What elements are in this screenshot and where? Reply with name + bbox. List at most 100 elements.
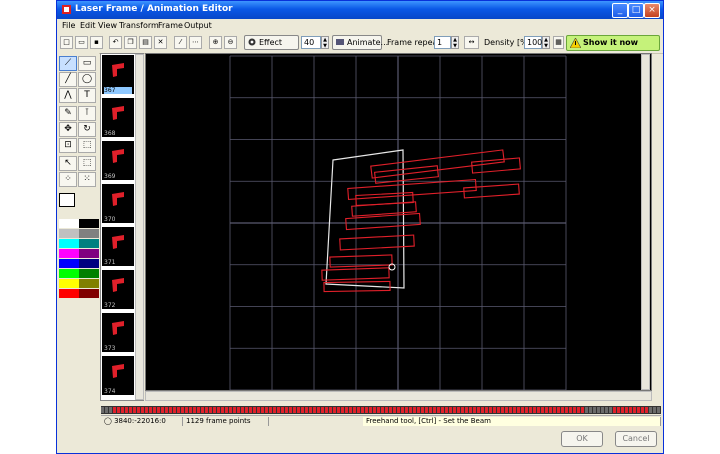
timeline-frame-mark[interactable] — [653, 407, 656, 413]
timeline-frame-mark[interactable] — [293, 407, 296, 413]
timeline-frame-mark[interactable] — [269, 407, 272, 413]
timeline-frame-mark[interactable] — [189, 407, 192, 413]
timeline-frame-mark[interactable] — [405, 407, 408, 413]
timeline-frame-mark[interactable] — [377, 407, 380, 413]
timeline-frame-mark[interactable] — [137, 407, 140, 413]
timeline-frame-mark[interactable] — [433, 407, 436, 413]
timeline-frame-mark[interactable] — [373, 407, 376, 413]
timeline-frame-mark[interactable] — [181, 407, 184, 413]
timeline-frame-mark[interactable] — [241, 407, 244, 413]
timeline-frame-mark[interactable] — [629, 407, 632, 413]
timeline-frame-mark[interactable] — [253, 407, 256, 413]
frame-repeats-spinner[interactable]: ▲ ▼ — [451, 36, 459, 49]
timeline-frame-mark[interactable] — [533, 407, 536, 413]
effect-button[interactable]: Effect — [244, 35, 299, 50]
maximize-button[interactable]: □ — [628, 3, 644, 18]
timeline-frame-mark[interactable] — [273, 407, 276, 413]
settings-icon[interactable]: ▦ — [553, 36, 564, 49]
timeline-frame-mark[interactable] — [145, 407, 148, 413]
timeline-frame-mark[interactable] — [309, 407, 312, 413]
timeline-frame-mark[interactable] — [565, 407, 568, 413]
timeline-frame-mark[interactable] — [349, 407, 352, 413]
timeline-frame-mark[interactable] — [633, 407, 636, 413]
timeline-frame-mark[interactable] — [605, 407, 608, 413]
palette-color-swatch[interactable] — [79, 289, 99, 298]
timeline-frame-mark[interactable] — [657, 407, 660, 413]
timeline-frame-mark[interactable] — [549, 407, 552, 413]
timeline-frame-mark[interactable] — [649, 407, 652, 413]
timeline-frame-mark[interactable] — [517, 407, 520, 413]
timeline-frame-mark[interactable] — [197, 407, 200, 413]
timeline-frame-mark[interactable] — [277, 407, 280, 413]
timeline-frame-mark[interactable] — [541, 407, 544, 413]
timeline-frame-mark[interactable] — [441, 407, 444, 413]
timeline-frame-mark[interactable] — [125, 407, 128, 413]
timeline-frame-mark[interactable] — [341, 407, 344, 413]
palette-color-swatch[interactable] — [59, 269, 79, 278]
timeline-frame-mark[interactable] — [345, 407, 348, 413]
timeline-frame-mark[interactable] — [325, 407, 328, 413]
density-input[interactable]: 100 — [524, 36, 542, 49]
timeline-frame-mark[interactable] — [153, 407, 156, 413]
timeline-frame-mark[interactable] — [285, 407, 288, 413]
timeline-frame-mark[interactable] — [121, 407, 124, 413]
frame-thumbnail[interactable]: 371 — [102, 227, 134, 266]
animate-button[interactable]: Animate... — [332, 35, 388, 50]
timeline-frame-mark[interactable] — [561, 407, 564, 413]
timeline-frame-mark[interactable] — [445, 407, 448, 413]
timeline-frame-mark[interactable] — [173, 407, 176, 413]
timeline-frame-mark[interactable] — [593, 407, 596, 413]
timeline-frame-mark[interactable] — [489, 407, 492, 413]
timeline-frame-mark[interactable] — [457, 407, 460, 413]
timeline-frame-mark[interactable] — [109, 407, 112, 413]
effect-spinner[interactable]: ▲ ▼ — [321, 36, 329, 49]
timeline-frame-mark[interactable] — [585, 407, 588, 413]
pointer-tool[interactable]: ↖ — [59, 156, 77, 171]
timeline-frame-mark[interactable] — [397, 407, 400, 413]
timeline-frame-mark[interactable] — [509, 407, 512, 413]
timeline-frame-mark[interactable] — [557, 407, 560, 413]
palette-color-swatch[interactable] — [59, 249, 79, 258]
timeline-frame-mark[interactable] — [165, 407, 168, 413]
timeline-frame-mark[interactable] — [257, 407, 260, 413]
timeline-frame-mark[interactable] — [413, 407, 416, 413]
timeline-frame-mark[interactable] — [213, 407, 216, 413]
ellipse-tool[interactable]: ◯ — [78, 72, 96, 87]
timeline-frame-mark[interactable] — [453, 407, 456, 413]
timeline-frame-mark[interactable] — [469, 407, 472, 413]
frame-thumbnail[interactable]: 370 — [102, 184, 134, 223]
freehand-line-tool[interactable]: ⟋ — [59, 56, 77, 71]
timeline-frame-mark[interactable] — [313, 407, 316, 413]
palette-color-swatch[interactable] — [79, 279, 99, 288]
timeline-frame-mark[interactable] — [205, 407, 208, 413]
palette-color-swatch[interactable] — [79, 229, 99, 238]
timeline-frame-mark[interactable] — [621, 407, 624, 413]
frame-thumbnail[interactable]: 367 — [102, 55, 134, 94]
timeline-frame-mark[interactable] — [521, 407, 524, 413]
timeline-frame-mark[interactable] — [617, 407, 620, 413]
palette-color-swatch[interactable] — [59, 219, 79, 228]
timeline-frame-mark[interactable] — [597, 407, 600, 413]
timeline-frame-mark[interactable] — [613, 407, 616, 413]
line-tool[interactable]: ╱ — [59, 72, 77, 87]
palette-color-swatch[interactable] — [59, 259, 79, 268]
timeline-frame-mark[interactable] — [581, 407, 584, 413]
timeline-frame-mark[interactable] — [501, 407, 504, 413]
select-points-icon[interactable]: ⋯ — [189, 36, 202, 49]
timeline-frame-mark[interactable] — [113, 407, 116, 413]
timeline-frame-mark[interactable] — [353, 407, 356, 413]
timeline-frame-mark[interactable] — [337, 407, 340, 413]
timeline-frame-mark[interactable] — [201, 407, 204, 413]
timeline-frame-mark[interactable] — [365, 407, 368, 413]
timeline-frame-mark[interactable] — [477, 407, 480, 413]
drawing-canvas[interactable] — [145, 53, 652, 391]
select-area-tool[interactable]: ⬚ — [78, 156, 96, 171]
timeline-frame-mark[interactable] — [321, 407, 324, 413]
timeline-frame-mark[interactable] — [245, 407, 248, 413]
timeline-frame-mark[interactable] — [537, 407, 540, 413]
frame-repeats-input[interactable]: 1 — [434, 36, 451, 49]
timeline-frame-mark[interactable] — [129, 407, 132, 413]
timeline-frame-mark[interactable] — [249, 407, 252, 413]
canvas-horizontal-scrollbar[interactable] — [145, 391, 652, 401]
line-style-icon[interactable]: ↔ — [464, 36, 479, 49]
